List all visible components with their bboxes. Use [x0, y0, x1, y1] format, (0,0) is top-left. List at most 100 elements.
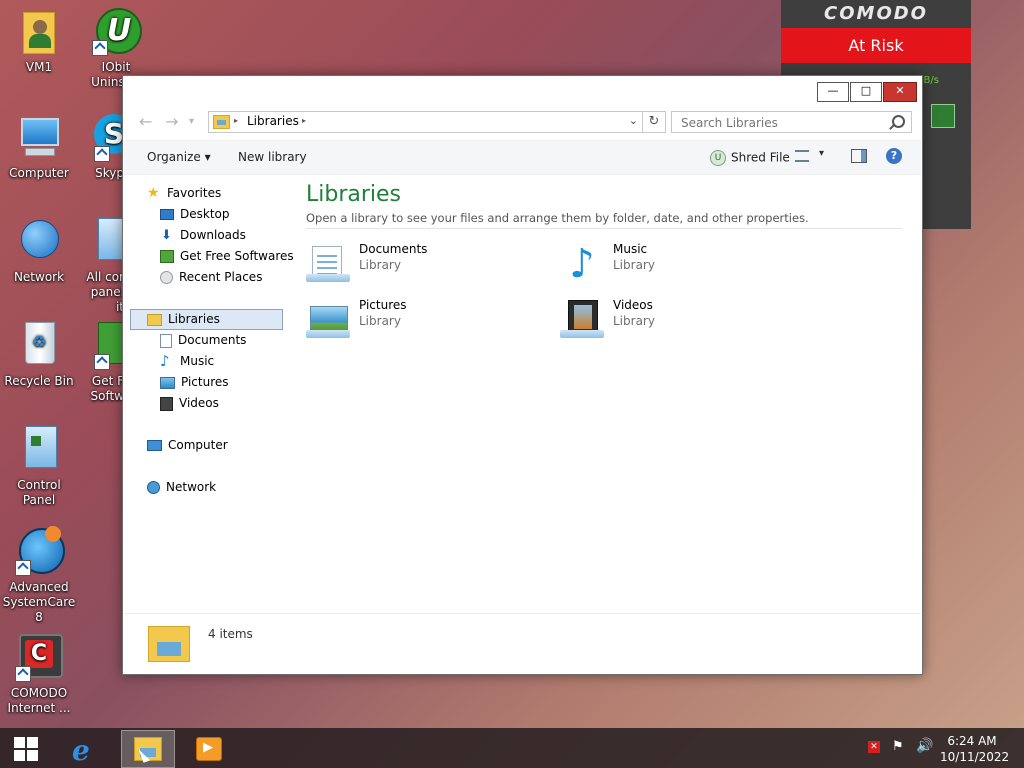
desktop-icon-control-panel[interactable]: Control Panel	[1, 426, 77, 508]
close-button[interactable]: ✕	[883, 82, 917, 102]
desktop-icon-label: Network	[13, 270, 65, 284]
tray-volume-icon[interactable]: 🔊	[916, 738, 933, 754]
address-dropdown-chevron-icon[interactable]: ⌄	[629, 114, 638, 127]
search-box[interactable]	[671, 111, 912, 133]
pictures-icon	[160, 376, 175, 389]
page-subtitle: Open a library to see your files and arr…	[306, 211, 809, 225]
star-icon	[147, 184, 161, 202]
maximize-button[interactable]: □	[850, 82, 882, 102]
details-pane: 4 items	[124, 613, 921, 674]
taskbar-internet-explorer[interactable]: e	[60, 730, 112, 767]
comodo-user-icon[interactable]	[931, 104, 955, 128]
windows-logo-icon	[27, 737, 38, 748]
content-pane: Libraries Open a library to see your fil…	[306, 174, 918, 614]
explorer-window[interactable]: — □ ✕ ← → ▾ ▸ Libraries ▸ ⌄ ↻ Organize ▾…	[122, 75, 923, 675]
internet-explorer-icon: e	[72, 734, 90, 767]
nav-label: Network	[166, 480, 217, 494]
recycle-bin-icon: ♻	[15, 322, 63, 370]
computer-icon	[147, 440, 162, 451]
green-package-icon	[160, 250, 174, 263]
libraries-folder-icon	[213, 115, 230, 129]
desktop-icon-comodo-internet-security[interactable]: C COMODO Internet ...	[1, 634, 77, 716]
document-icon	[160, 333, 172, 348]
desktop-icon-skype[interactable]: S Skyp	[80, 114, 124, 181]
shred-file-button[interactable]: U Shred File	[710, 150, 790, 166]
tray-action-center-flag-icon[interactable]: ⚑	[892, 739, 907, 754]
nav-label: Videos	[179, 396, 219, 410]
search-icon[interactable]	[892, 115, 905, 128]
user-folder-icon	[15, 8, 63, 56]
nav-recent-places[interactable]: Recent Places	[160, 268, 262, 286]
nav-pictures[interactable]: Pictures	[160, 373, 229, 391]
iobit-icon: U	[92, 8, 142, 56]
address-bar[interactable]: ▸ Libraries ▸ ⌄	[208, 111, 643, 133]
nav-network[interactable]: Network	[147, 478, 216, 496]
desktop-icon	[160, 209, 174, 220]
nav-get-free-softwares[interactable]: Get Free Softwares	[160, 247, 294, 265]
nav-videos[interactable]: Videos	[160, 394, 219, 412]
library-tile-documents[interactable]: Documents Library	[306, 242, 546, 286]
preview-pane-icon[interactable]	[851, 149, 867, 163]
forward-arrow-icon[interactable]: →	[165, 112, 178, 131]
search-input[interactable]	[679, 114, 883, 131]
help-icon[interactable]: ?	[886, 148, 902, 164]
nav-libraries[interactable]: Libraries	[130, 309, 283, 330]
nav-music[interactable]: Music	[160, 352, 214, 370]
pictures-library-icon	[306, 300, 350, 340]
library-tile-pictures[interactable]: Pictures Library	[306, 298, 546, 342]
library-name: Music	[613, 242, 648, 256]
minimize-button[interactable]: —	[817, 82, 849, 102]
documents-library-icon	[306, 244, 350, 284]
library-tile-videos[interactable]: Videos Library	[560, 298, 800, 342]
library-name: Pictures	[359, 298, 407, 312]
desktop-icon-advanced-systemcare[interactable]: Advanced SystemCare 8	[1, 526, 77, 625]
computer-icon	[15, 114, 63, 162]
view-dropdown-chevron-icon[interactable]: ▾	[819, 148, 824, 159]
desktop-icon-computer[interactable]: Computer	[1, 114, 77, 181]
library-tile-music[interactable]: ♪ Music Library	[560, 242, 800, 286]
taskbar-media-player[interactable]	[182, 730, 234, 766]
libraries-folder-icon	[147, 313, 162, 326]
nav-desktop[interactable]: Desktop	[160, 205, 230, 223]
desktop-icon-all-control-panel-items[interactable]: All cor panel it	[80, 218, 124, 315]
desktop-icon-label: COMODO Internet ...	[7, 686, 71, 715]
desktop-icon-label: Advanced SystemCare 8	[2, 580, 76, 624]
start-button[interactable]	[12, 735, 40, 763]
organize-button[interactable]: Organize ▾	[147, 150, 211, 164]
nav-downloads[interactable]: Downloads	[160, 226, 246, 245]
desktop-icon-network[interactable]: Network	[1, 218, 77, 285]
library-type: Library	[613, 258, 655, 272]
item-count: 4 items	[208, 627, 253, 641]
new-library-button[interactable]: New library	[238, 150, 307, 164]
recent-locations-chevron-icon[interactable]: ▾	[189, 116, 194, 127]
library-name: Videos	[613, 298, 653, 312]
view-details-icon	[795, 150, 809, 162]
nav-label: Recent Places	[179, 270, 263, 284]
nav-label: Favorites	[167, 186, 222, 200]
taskbar-file-explorer[interactable]	[121, 730, 175, 768]
nav-label: Libraries	[168, 312, 220, 326]
breadcrumb-separator-icon[interactable]: ▸	[302, 116, 306, 125]
comodo-status-at-risk[interactable]: At Risk	[781, 28, 971, 63]
advanced-systemcare-icon	[15, 526, 65, 576]
refresh-button[interactable]: ↻	[642, 111, 666, 133]
desktop-icon-label: Control Panel	[17, 478, 61, 507]
desktop-icon-vm1[interactable]: VM1	[1, 8, 77, 75]
windows-logo-icon	[14, 737, 25, 748]
desktop-icon-get-free-softwares[interactable]: Get F Softw	[80, 322, 124, 404]
desktop-icon-recycle-bin[interactable]: ♻ Recycle Bin	[1, 322, 77, 389]
back-arrow-icon[interactable]: ←	[139, 112, 152, 131]
shortcut-arrow-icon	[92, 40, 108, 56]
nav-favorites[interactable]: Favorites	[147, 184, 221, 202]
nav-label: Downloads	[180, 228, 246, 242]
desktop-icon-label: All cor panel it	[86, 270, 124, 314]
nav-documents[interactable]: Documents	[160, 331, 246, 349]
skype-icon: S	[94, 114, 124, 162]
taskbar-clock[interactable]: 6:24 AM 10/11/2022	[940, 733, 1009, 765]
tray-security-alert-icon[interactable]: ✕	[868, 741, 880, 753]
nav-computer[interactable]: Computer	[147, 436, 228, 454]
breadcrumb-libraries[interactable]: Libraries	[247, 114, 299, 128]
change-view-button[interactable]: ▾	[795, 148, 829, 166]
videos-filmstrip-icon	[160, 396, 173, 411]
breadcrumb-separator-icon[interactable]: ▸	[234, 116, 238, 125]
